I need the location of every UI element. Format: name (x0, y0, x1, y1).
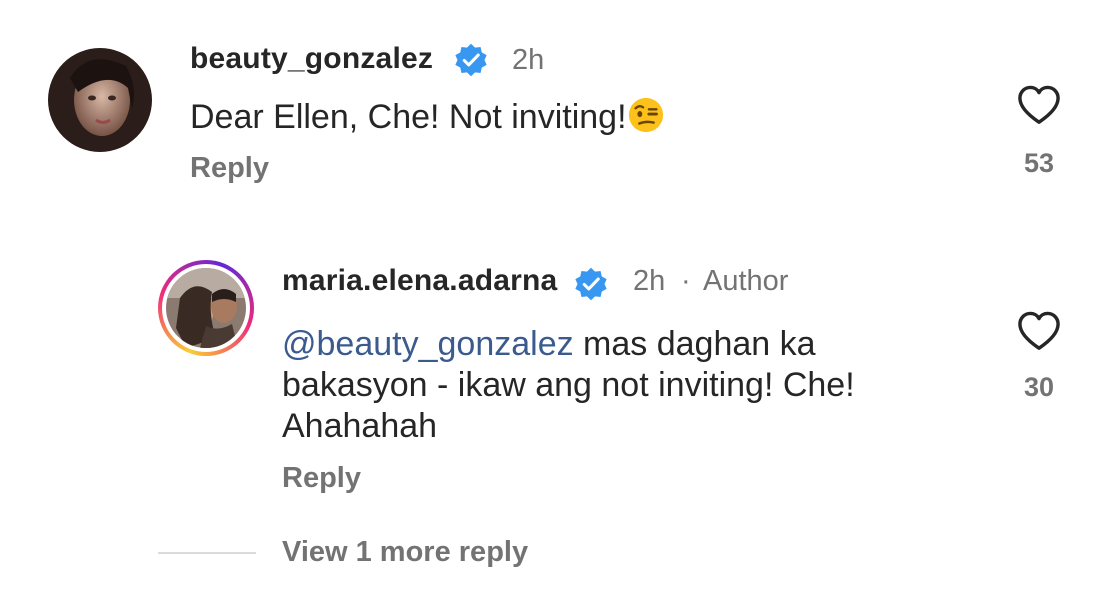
view-more-replies-button[interactable]: View 1 more reply (282, 536, 528, 569)
comment-text-segment: mas daghan ka (573, 325, 816, 363)
verified-badge-icon (575, 267, 607, 301)
author-tag: Author (703, 265, 789, 297)
comment-maria-elena-adarna: maria.elena.adarna 2h · Author @beauty_g… (0, 0, 1120, 598)
avatar (166, 268, 246, 348)
like-count: 30 (1023, 372, 1055, 402)
comment-line-2: bakasyon - ikaw ang not inviting! Che! (282, 366, 855, 404)
heart-outline-icon[interactable] (1016, 310, 1062, 352)
comment-text: @beauty_gonzalez mas daghan ka bakasyon … (282, 324, 962, 447)
timestamp: 2h (633, 265, 666, 297)
replies-divider (158, 552, 256, 554)
avatar-photo (166, 268, 246, 348)
comment-line-1: @beauty_gonzalez mas daghan ka (282, 324, 962, 365)
avatar-story-ring[interactable] (158, 260, 254, 356)
reply-button[interactable]: Reply (282, 462, 361, 495)
username[interactable]: maria.elena.adarna (282, 264, 557, 298)
mention-link[interactable]: @beauty_gonzalez (282, 325, 574, 363)
meta-separator: · (681, 265, 691, 297)
comment-line-3: Ahahahah (282, 407, 438, 445)
